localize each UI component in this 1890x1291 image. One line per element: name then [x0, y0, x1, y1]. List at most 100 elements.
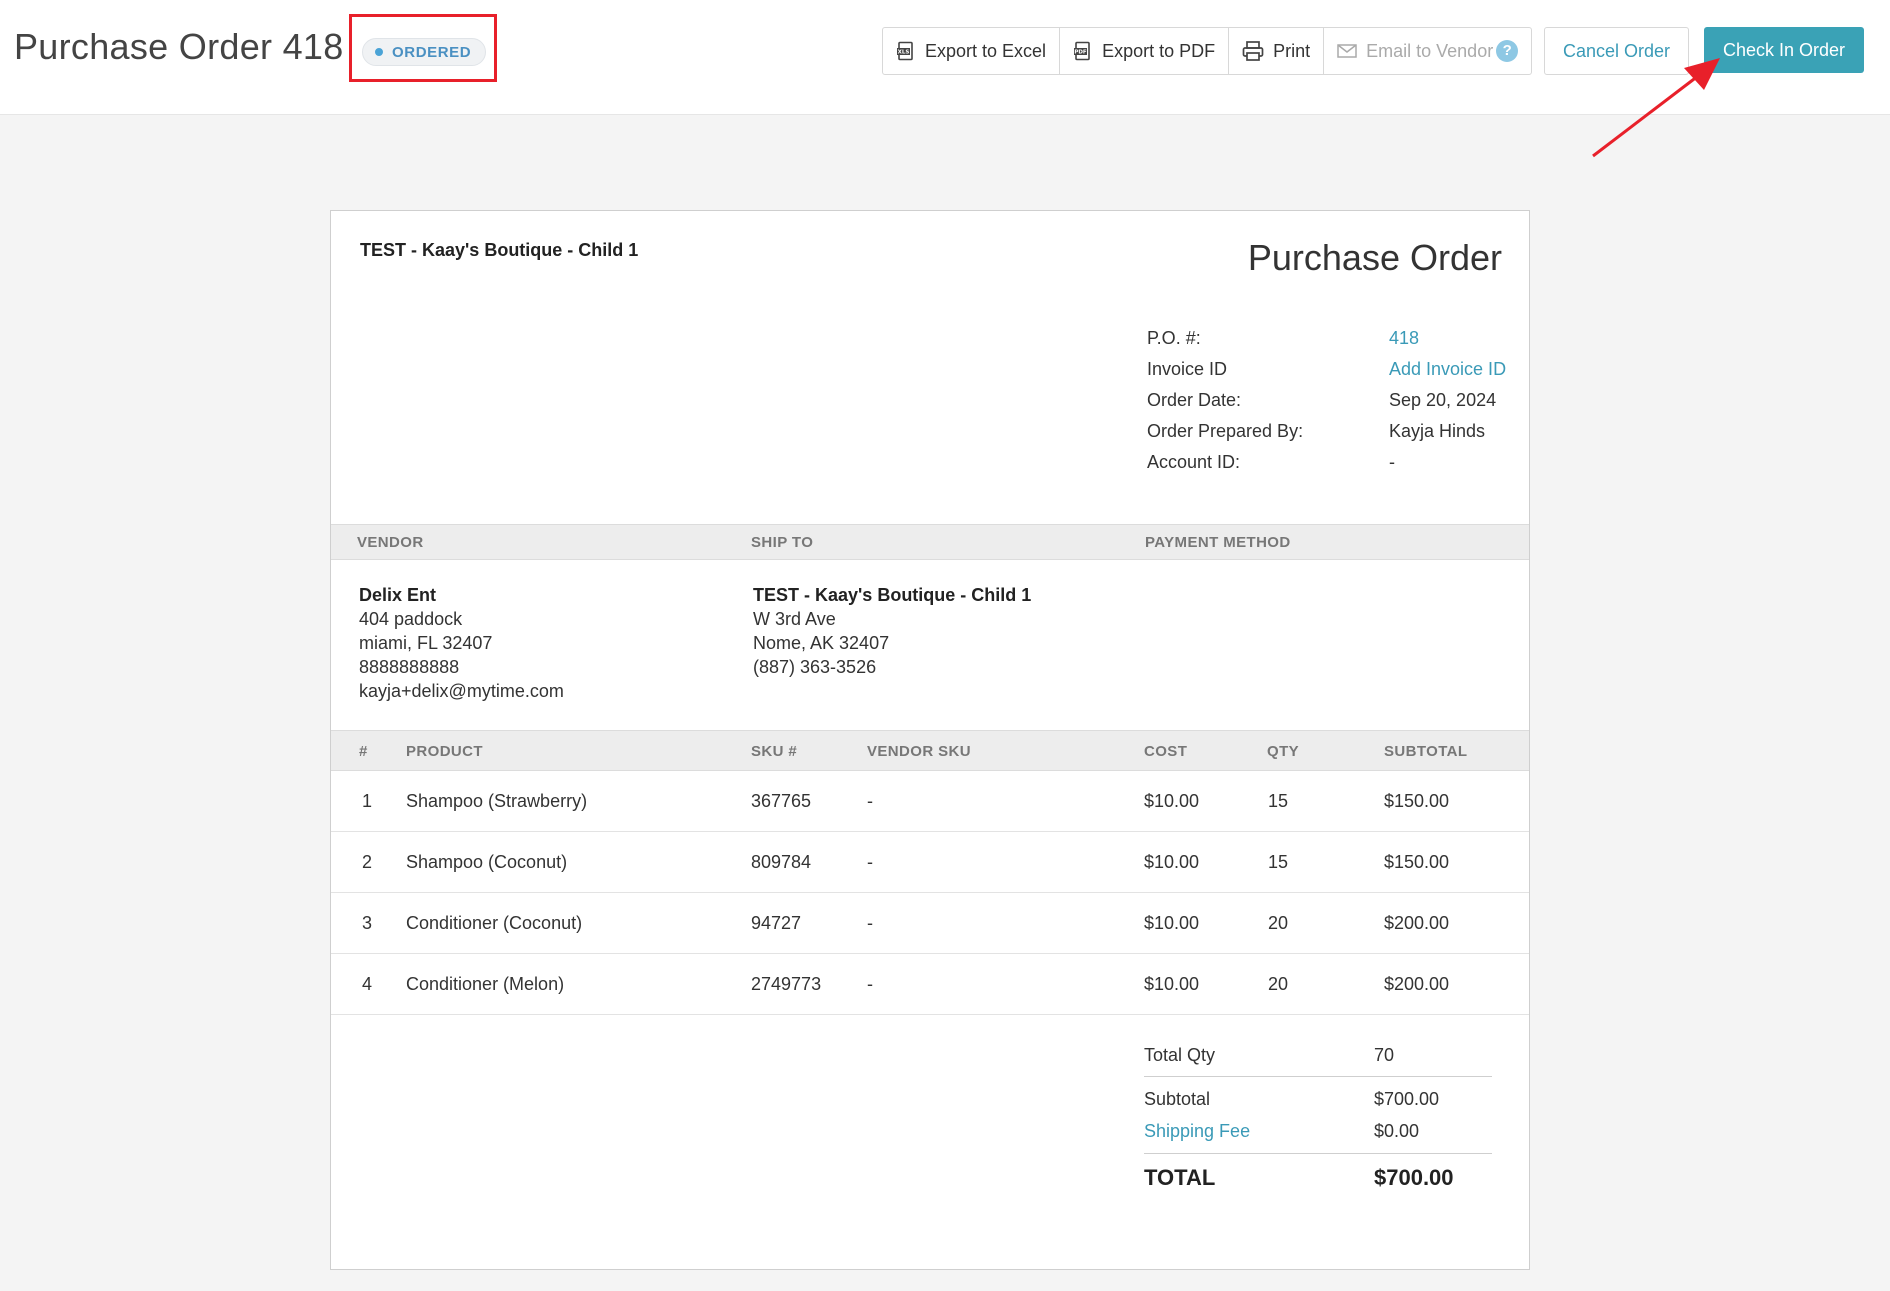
- ship-to-heading: SHIP TO: [751, 534, 814, 551]
- col-cost-header: COST: [1144, 743, 1188, 760]
- row-sku: 809784: [751, 852, 812, 872]
- address-header-band: VENDOR SHIP TO PAYMENT METHOD: [331, 524, 1529, 560]
- excel-file-icon: XLS: [896, 41, 916, 61]
- help-icon[interactable]: ?: [1496, 40, 1519, 62]
- prepared-by: Kayja Hinds: [1389, 421, 1486, 441]
- svg-text:PDF: PDF: [1074, 50, 1087, 56]
- meta-row-account: Account ID: -: [1147, 447, 1517, 478]
- meta-key: Invoice ID: [1147, 359, 1228, 379]
- subtotal-row: Subtotal $700.00: [1144, 1089, 1492, 1110]
- row-num: 3: [362, 913, 373, 933]
- grand-total-value: $700.00: [1374, 1165, 1454, 1190]
- table-row: 4 Conditioner (Melon) 2749773 - $10.00 2…: [331, 954, 1529, 1015]
- store-name: TEST - Kaay's Boutique - Child 1: [360, 240, 639, 260]
- print-label: Print: [1273, 40, 1311, 61]
- table-row: 2 Shampoo (Coconut) 809784 - $10.00 15 $…: [331, 832, 1529, 893]
- vendor-address: Delix Ent 404 paddock miami, FL 32407 88…: [359, 583, 564, 703]
- total-qty-value: 70: [1374, 1045, 1395, 1065]
- row-cost: $10.00: [1144, 913, 1200, 933]
- ship-to-line2: Nome, AK 32407: [753, 633, 890, 653]
- row-num: 4: [362, 974, 373, 994]
- account-id: -: [1389, 452, 1395, 472]
- export-excel-button[interactable]: XLS Export to Excel: [883, 28, 1061, 74]
- export-excel-label: Export to Excel: [925, 40, 1047, 61]
- col-subtotal-header: SUBTOTAL: [1384, 743, 1468, 760]
- meta-key: Order Date:: [1147, 390, 1242, 410]
- order-date: Sep 20, 2024: [1389, 390, 1497, 410]
- row-subtotal: $200.00: [1384, 913, 1450, 933]
- row-vendor-sku: -: [867, 791, 873, 811]
- email-vendor-label: Email to Vendor: [1366, 40, 1494, 61]
- meta-row-invoice: Invoice ID Add Invoice ID: [1147, 354, 1517, 385]
- ship-to-line1: W 3rd Ave: [753, 609, 836, 629]
- svg-text:XLS: XLS: [898, 50, 910, 56]
- row-qty: 15: [1268, 791, 1289, 811]
- email-vendor-button[interactable]: Email to Vendor ?: [1324, 28, 1531, 74]
- totals-divider: [1144, 1076, 1492, 1077]
- vendor-email: kayja+delix@mytime.com: [359, 681, 564, 701]
- row-vendor-sku: -: [867, 852, 873, 872]
- shipping-fee-link[interactable]: Shipping Fee: [1144, 1121, 1374, 1142]
- export-pdf-button[interactable]: PDF Export to PDF: [1060, 28, 1230, 74]
- document-title: Purchase Order: [1247, 237, 1502, 278]
- subtotal-label: Subtotal: [1144, 1089, 1211, 1109]
- pdf-file-icon: PDF: [1073, 41, 1093, 61]
- purchase-order-document: TEST - Kaay's Boutique - Child 1 Purchas…: [330, 210, 1530, 1270]
- row-vendor-sku: -: [867, 974, 873, 994]
- row-subtotal: $200.00: [1384, 974, 1450, 994]
- total-qty-label: Total Qty: [1144, 1045, 1216, 1065]
- row-qty: 20: [1268, 974, 1289, 994]
- row-num: 2: [362, 852, 373, 872]
- items-table-header: # PRODUCT SKU # VENDOR SKU COST QTY SUBT…: [331, 730, 1529, 771]
- table-row: 1 Shampoo (Strawberry) 367765 - $10.00 1…: [331, 771, 1529, 832]
- row-subtotal: $150.00: [1384, 791, 1450, 811]
- grand-total-label: TOTAL: [1144, 1165, 1216, 1190]
- shipping-fee-row: Shipping Fee $0.00: [1144, 1121, 1492, 1142]
- row-product: Conditioner (Melon): [406, 974, 565, 994]
- printer-icon: [1242, 41, 1264, 61]
- annotation-arrow-icon: [1592, 58, 1720, 158]
- annotation-highlight-box: [349, 14, 497, 82]
- meta-row-date: Order Date: Sep 20, 2024: [1147, 385, 1517, 416]
- meta-key: Order Prepared By:: [1147, 421, 1304, 441]
- meta-row-prepared-by: Order Prepared By: Kayja Hinds: [1147, 416, 1517, 447]
- row-qty: 20: [1268, 913, 1289, 933]
- col-sku-header: SKU #: [751, 743, 798, 760]
- col-vendor-sku-header: VENDOR SKU: [867, 743, 972, 760]
- col-product-header: PRODUCT: [406, 743, 483, 760]
- vendor-line1: 404 paddock: [359, 609, 463, 629]
- row-product: Shampoo (Coconut): [406, 852, 568, 872]
- meta-row-po: P.O. #: 418: [1147, 323, 1517, 354]
- totals-divider: [1144, 1153, 1492, 1154]
- vendor-phone: 8888888888: [359, 657, 460, 677]
- grand-total-row: TOTAL $700.00: [1144, 1165, 1492, 1191]
- row-sku: 2749773: [751, 974, 822, 994]
- row-sku: 367765: [751, 791, 812, 811]
- add-invoice-id-link[interactable]: Add Invoice ID: [1389, 359, 1506, 380]
- row-product: Conditioner (Coconut): [406, 913, 583, 933]
- po-number-link[interactable]: 418: [1389, 328, 1419, 349]
- export-pdf-label: Export to PDF: [1102, 40, 1216, 61]
- ship-to-name: TEST - Kaay's Boutique - Child 1: [753, 585, 1032, 605]
- row-qty: 15: [1268, 852, 1289, 872]
- meta-key: Account ID:: [1147, 452, 1241, 472]
- row-sku: 94727: [751, 913, 802, 933]
- print-button[interactable]: Print: [1229, 28, 1325, 74]
- order-meta: P.O. #: 418 Invoice ID Add Invoice ID Or…: [1147, 323, 1517, 478]
- vendor-line2: miami, FL 32407: [359, 633, 493, 653]
- row-cost: $10.00: [1144, 974, 1200, 994]
- payment-method-heading: PAYMENT METHOD: [1145, 534, 1291, 551]
- subtotal-value: $700.00: [1374, 1089, 1440, 1109]
- page-title: Purchase Order 418: [14, 26, 344, 67]
- export-button-group: XLS Export to Excel PDF Export to PDF Pr…: [882, 27, 1533, 75]
- ship-to-phone: (887) 363-3526: [753, 657, 877, 677]
- total-qty-row: Total Qty 70: [1144, 1045, 1492, 1066]
- row-subtotal: $150.00: [1384, 852, 1450, 872]
- row-product: Shampoo (Strawberry): [406, 791, 588, 811]
- col-num-header: #: [359, 743, 368, 760]
- row-vendor-sku: -: [867, 913, 873, 933]
- meta-key: P.O. #:: [1147, 328, 1201, 348]
- row-num: 1: [362, 791, 373, 811]
- table-row: 3 Conditioner (Coconut) 94727 - $10.00 2…: [331, 893, 1529, 954]
- envelope-icon: [1337, 43, 1357, 59]
